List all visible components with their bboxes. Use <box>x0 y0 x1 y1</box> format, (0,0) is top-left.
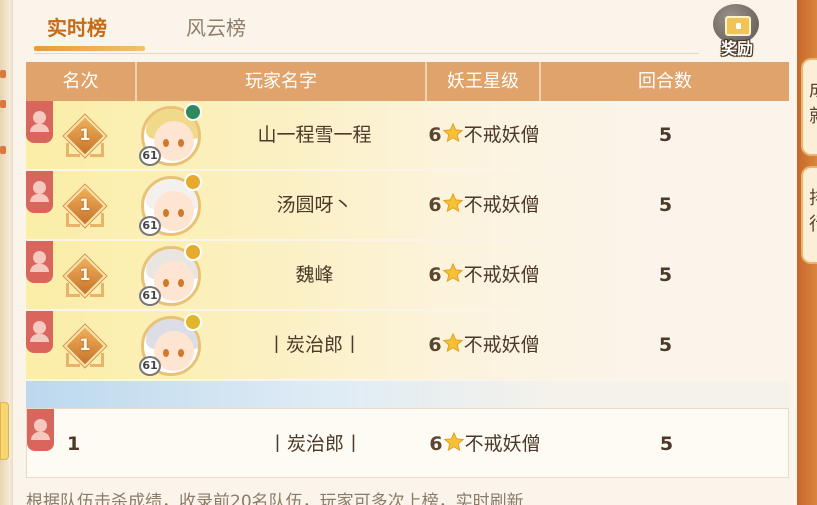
my-rank-row: 1 丨炭治郎丨 6 不戒妖僧 5 <box>26 408 789 478</box>
header-rounds: 回合数 <box>638 71 692 92</box>
rank-badge-icon: 1 <box>63 324 107 368</box>
star-number: 6 <box>428 264 442 286</box>
table-row[interactable]: 1 61 汤圆呀丶 6 不戒妖僧 5 <box>26 171 789 239</box>
star-title: 不戒妖僧 <box>463 124 540 146</box>
star-level: 6 不戒妖僧 <box>427 311 541 379</box>
player-flag-icon <box>26 101 53 143</box>
table-row[interactable]: 1 61 山一程雪一程 6 不戒妖僧 5 <box>26 101 789 169</box>
star-title: 不戒妖僧 <box>463 194 540 216</box>
star-number: 6 <box>428 124 442 146</box>
leaderboard-rows: 1 61 山一程雪一程 6 不戒妖僧 5 1 61 汤圆呀丶 6 不戒妖僧 5 1 61 魏峰 6 不戒妖僧 5 1… <box>26 101 789 411</box>
player-flag-icon <box>26 241 53 283</box>
element-icon <box>184 313 202 331</box>
header-star-level: 妖王星级 <box>427 62 541 101</box>
table-header: 名次 玩家名字 妖王星级 回合数 <box>26 62 789 101</box>
tab-realtime[interactable]: 实时榜 <box>47 12 107 41</box>
star-icon <box>442 122 463 143</box>
edge-highlight <box>0 402 9 460</box>
my-rounds: 5 <box>659 433 674 455</box>
tab-bar: 实时榜 风云榜 <box>34 0 699 54</box>
rounds-value: 5 <box>658 334 673 356</box>
footnote-text: 根据队伍击杀成绩，收录前20名队伍，玩家可多次上榜，实时刷新 <box>26 492 524 505</box>
header-rank: 名次 <box>26 62 137 101</box>
player-name: 山一程雪一程 <box>257 124 372 146</box>
rank-badge-icon: 1 <box>63 114 107 158</box>
tab-active-indicator <box>34 46 145 51</box>
table-row-partial <box>26 381 789 409</box>
star-level: 6 不戒妖僧 <box>427 241 541 309</box>
star-title: 不戒妖僧 <box>463 264 540 286</box>
edge-mark <box>0 100 6 108</box>
side-tab-top[interactable]: 成就 <box>801 58 817 156</box>
left-edge-decoration <box>0 0 10 505</box>
star-level: 6 不戒妖僧 <box>427 101 541 169</box>
star-number: 6 <box>429 433 443 455</box>
star-title: 不戒妖僧 <box>463 334 540 356</box>
element-icon <box>184 103 202 121</box>
player-level-badge: 61 <box>139 146 161 166</box>
player-level-badge: 61 <box>139 286 161 306</box>
rank-number: 1 <box>79 265 91 284</box>
player-name: 丨炭治郎丨 <box>266 334 362 356</box>
rank-badge-icon: 1 <box>63 184 107 228</box>
reward-button[interactable]: 奖励 <box>711 2 763 58</box>
table-row[interactable]: 1 61 魏峰 6 不戒妖僧 5 <box>26 241 789 309</box>
my-player-name: 丨炭治郎丨 <box>267 433 363 455</box>
star-icon <box>442 332 463 353</box>
tab-fengyun[interactable]: 风云榜 <box>186 12 246 41</box>
header-player-name: 玩家名字 <box>137 62 427 101</box>
player-level-badge: 61 <box>139 356 161 376</box>
player-name: 魏峰 <box>295 264 334 286</box>
rank-number: 1 <box>79 195 91 214</box>
player-flag-icon <box>26 311 53 353</box>
star-number: 6 <box>428 334 442 356</box>
player-flag-icon <box>26 171 53 213</box>
rank-badge-icon: 1 <box>63 254 107 298</box>
star-level: 6 不戒妖僧 <box>427 171 541 239</box>
rounds-value: 5 <box>658 264 673 286</box>
side-tab-bottom[interactable]: 排行 <box>801 166 817 264</box>
my-rank-value: 1 <box>67 433 81 455</box>
rounds-value: 5 <box>658 124 673 146</box>
reward-label: 奖励 <box>720 39 753 58</box>
star-icon <box>442 262 463 283</box>
element-icon <box>184 173 202 191</box>
star-title: 不戒妖僧 <box>464 433 541 455</box>
my-star-level: 6 不戒妖僧 <box>428 409 542 479</box>
table-row[interactable]: 1 61 丨炭治郎丨 6 不戒妖僧 5 <box>26 311 789 379</box>
star-icon <box>443 431 464 452</box>
star-number: 6 <box>428 194 442 216</box>
edge-mark <box>0 70 6 78</box>
star-icon <box>442 192 463 213</box>
player-name: 汤圆呀丶 <box>276 194 353 216</box>
rank-number: 1 <box>79 335 91 354</box>
rounds-value: 5 <box>658 194 673 216</box>
player-level-badge: 61 <box>139 216 161 236</box>
player-flag-icon <box>27 409 54 451</box>
edge-mark <box>0 146 6 154</box>
rank-number: 1 <box>79 125 91 144</box>
element-icon <box>184 243 202 261</box>
